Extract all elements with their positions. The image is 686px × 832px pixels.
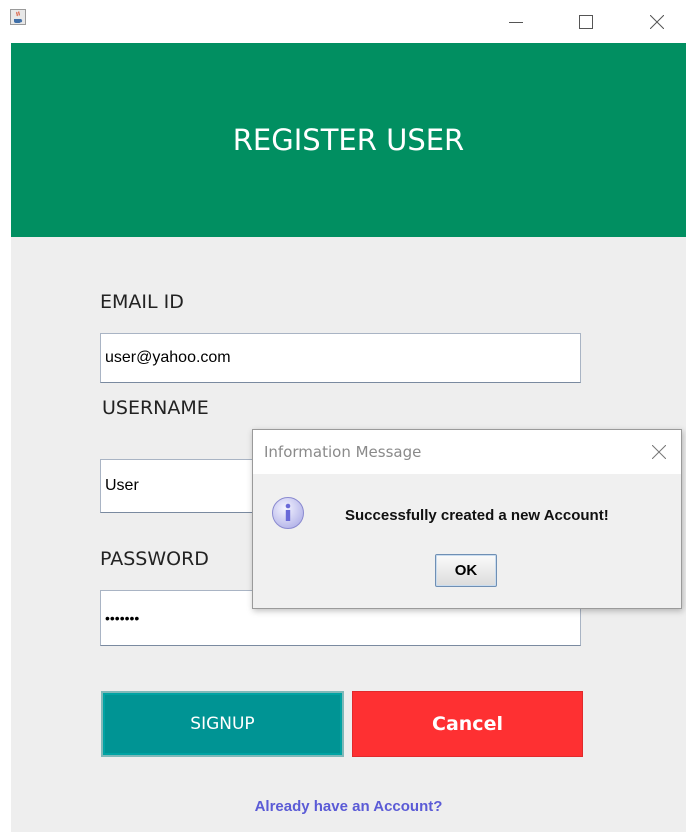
close-icon <box>652 445 666 459</box>
dialog-close-button[interactable] <box>643 436 675 468</box>
signup-button[interactable]: SIGNUP <box>101 691 344 757</box>
password-label: PASSWORD <box>100 548 209 570</box>
java-cup-icon <box>10 9 26 25</box>
ok-button[interactable]: OK <box>435 554 497 587</box>
window-titlebar <box>0 0 686 43</box>
email-field[interactable] <box>100 333 581 383</box>
dialog-message: Successfully created a new Account! <box>345 507 609 524</box>
info-icon <box>272 497 304 529</box>
cancel-button[interactable]: Cancel <box>352 691 583 757</box>
minimize-icon <box>509 21 523 23</box>
dialog-title: Information Message <box>264 443 422 461</box>
close-button[interactable] <box>634 0 680 43</box>
information-dialog: Information Message Successfully created… <box>252 429 682 609</box>
maximize-icon <box>579 14 593 29</box>
maximize-button[interactable] <box>563 0 609 43</box>
page-title: REGISTER USER <box>232 123 465 157</box>
username-label: USERNAME <box>102 397 209 419</box>
email-label: EMAIL ID <box>100 291 184 313</box>
minimize-button[interactable] <box>493 0 539 43</box>
header-banner: REGISTER USER <box>11 43 686 237</box>
dialog-titlebar: Information Message <box>253 430 681 474</box>
login-link[interactable]: Already have an Account? <box>11 798 686 815</box>
close-icon <box>650 14 664 29</box>
